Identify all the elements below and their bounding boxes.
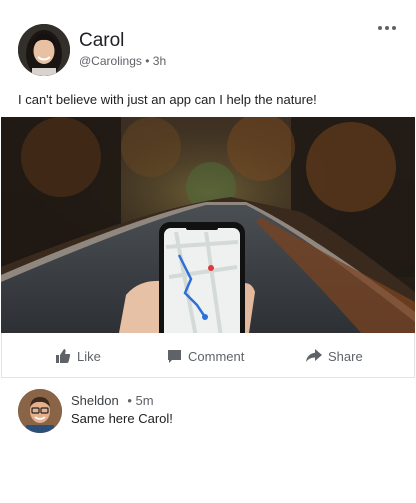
post-header: Carol @Carolings • 3h: [0, 0, 416, 90]
more-horizontal-icon[interactable]: [378, 22, 396, 34]
comment-button[interactable]: Comment: [167, 347, 244, 365]
post-time: 3h: [152, 54, 167, 68]
commenter-name[interactable]: Sheldon: [71, 393, 119, 408]
commenter-meta: Sheldon • 5m: [71, 393, 154, 408]
commenter-avatar[interactable]: [18, 389, 62, 433]
comment-label: Comment: [188, 348, 245, 364]
post-meta: @Carolings • 3h: [79, 54, 166, 68]
post-text: I can't believe with just an app can I h…: [18, 92, 317, 107]
share-arrow-icon: [306, 349, 322, 362]
post-photo[interactable]: [1, 117, 415, 333]
like-button[interactable]: Like: [55, 347, 101, 365]
share-label: Share: [328, 348, 363, 364]
comment-separator: •: [127, 393, 132, 408]
thumbs-up-icon: [56, 349, 71, 363]
comment-icon: [168, 349, 181, 363]
comment-item: Sheldon • 5m Same here Carol!: [0, 385, 416, 435]
comment-time-group: • 5m: [127, 393, 153, 408]
share-button[interactable]: Share: [306, 347, 363, 365]
post-actions: Like Comment Share: [1, 333, 415, 378]
meta-separator: •: [145, 54, 150, 68]
comment-text: Same here Carol!: [71, 411, 173, 426]
author-name[interactable]: Carol: [79, 30, 124, 52]
comment-time: 5m: [135, 393, 154, 408]
like-label: Like: [77, 348, 101, 364]
author-avatar[interactable]: [18, 24, 70, 76]
author-handle[interactable]: @Carolings: [79, 54, 142, 68]
